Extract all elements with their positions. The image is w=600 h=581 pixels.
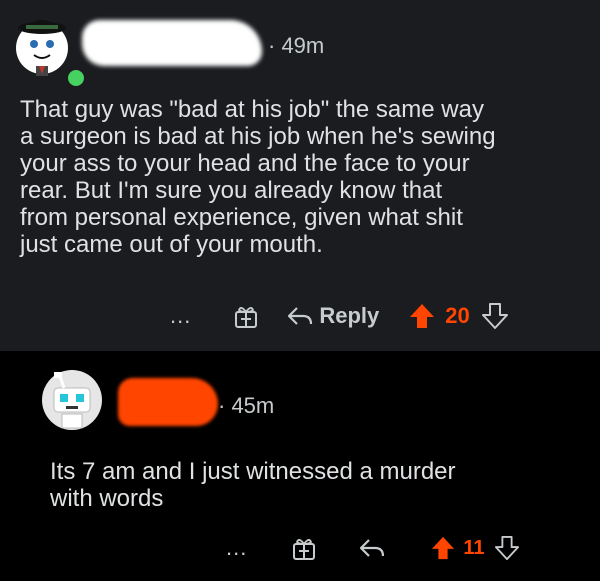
reply-button[interactable]: Reply [287,303,379,329]
comment-actions-2: ... 11 [226,528,519,568]
snoo-robot-icon [42,370,102,430]
snoo-avatar-2[interactable] [40,368,104,432]
upvote-arrow-icon [410,304,435,328]
vote-score-2: 11 [463,536,485,559]
comment-thread: · 49m That guy was "bad at his job" the … [0,0,600,581]
award-button[interactable] [233,303,259,329]
downvote-arrow-icon [494,536,519,560]
upvote-button-2[interactable] [431,535,455,561]
snoo-avatar[interactable] [8,8,86,88]
downvote-arrow-icon [481,303,508,329]
more-options-button-2[interactable]: ... [226,535,247,561]
comment-body-2: Its 7 am and I just witnessed a murder w… [50,458,456,512]
upvote-button[interactable] [409,302,435,330]
upvote-arrow-icon [432,536,455,560]
reply-arrow-icon [360,539,385,557]
downvote-button-2[interactable] [494,535,519,561]
gift-icon [293,539,316,560]
redacted-username [82,20,262,66]
more-options-button[interactable]: ... [170,303,191,329]
gift-icon [235,307,258,328]
comment-1: · 49m That guy was "bad at his job" the … [0,0,600,351]
downvote-button[interactable] [481,302,508,330]
reply-button-2[interactable] [359,537,385,559]
redacted-username-2 [118,378,218,426]
vote-score: 20 [445,303,470,328]
online-status-dot [66,68,86,88]
reply-label: Reply [319,303,380,328]
comment-actions: ... Reply 20 [170,296,508,336]
award-button-2[interactable] [291,535,317,561]
reply-arrow-icon [288,307,313,325]
comment-timestamp-2: · 45m [218,393,275,418]
comment-body: That guy was "bad at his job" the same w… [20,96,496,258]
comment-timestamp: · 49m [268,33,325,58]
